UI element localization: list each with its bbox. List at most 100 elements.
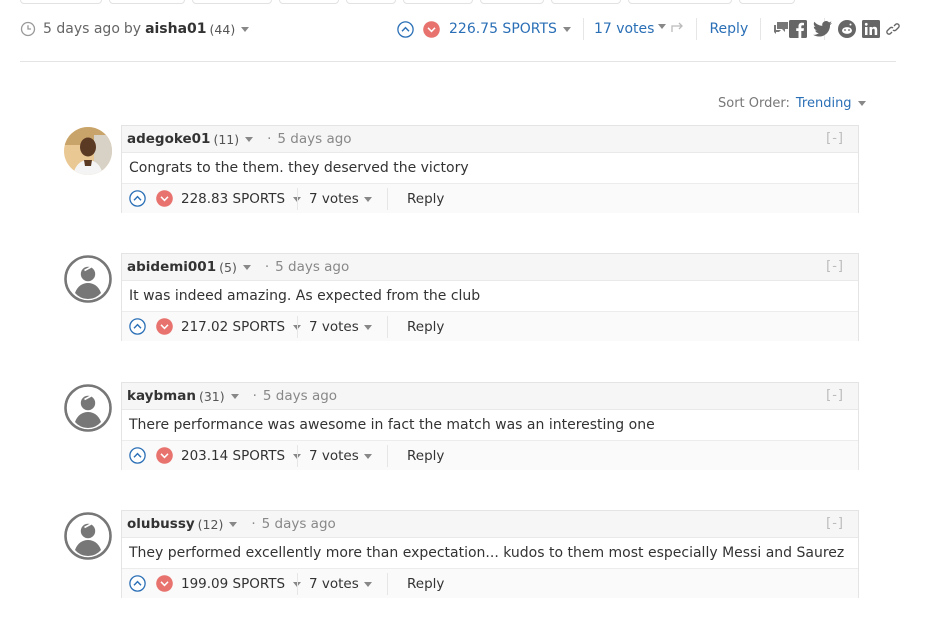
comment-date[interactable]: 5 days ago	[275, 259, 349, 275]
default-user-icon[interactable]	[64, 512, 112, 560]
comment-votes[interactable]: 7 votes	[309, 319, 372, 335]
votes-chevron-icon[interactable]	[363, 324, 372, 330]
downvote-icon[interactable]	[156, 575, 173, 596]
downvote-icon[interactable]	[156, 447, 173, 468]
comment-footer: 199.09 SPORTS 7 votes Reply	[122, 568, 858, 598]
comment: adegoke01 (11) · 5 days ago [-] Congrats…	[64, 125, 859, 215]
comment-body: Congrats to the them. they deserved the …	[129, 160, 469, 176]
comment-box: abidemi001 (5) · 5 days ago [-] It was i…	[121, 253, 859, 341]
sort-chevron-icon[interactable]	[857, 101, 866, 106]
upvote-icon[interactable]	[129, 318, 146, 339]
author-menu-chevron-icon[interactable]	[245, 136, 254, 142]
tag-button[interactable]	[739, 0, 795, 4]
comment-payout[interactable]: 203.14 SPORTS	[181, 448, 302, 464]
comment-votes[interactable]: 7 votes	[309, 191, 372, 207]
votes-chevron-icon[interactable]	[363, 196, 372, 202]
tag-button[interactable]	[551, 0, 621, 4]
tag-button[interactable]	[480, 0, 544, 4]
tag-button[interactable]	[20, 0, 102, 4]
divider	[387, 573, 388, 595]
votes-chevron-icon[interactable]	[363, 453, 372, 459]
comment-box: olubussy (12) · 5 days ago [-] They perf…	[121, 510, 859, 598]
post-reply-link[interactable]: Reply	[709, 21, 748, 37]
reddit-icon[interactable]	[838, 20, 862, 38]
divider	[760, 18, 762, 40]
tag-button[interactable]	[628, 0, 732, 4]
author-menu-chevron-icon[interactable]	[242, 264, 251, 270]
votes-chevron-icon[interactable]	[658, 23, 667, 29]
comment-author[interactable]: olubussy	[127, 516, 195, 532]
avatar[interactable]	[64, 127, 112, 175]
comment-author[interactable]: abidemi001	[127, 259, 216, 275]
payout-value: 217.02 SPORTS	[181, 319, 286, 335]
tag-button[interactable]	[279, 0, 339, 4]
upvote-icon[interactable]	[129, 575, 146, 596]
comment-payout[interactable]: 199.09 SPORTS	[181, 576, 302, 592]
comment-date[interactable]: 5 days ago	[262, 516, 336, 532]
comment-box: adegoke01 (11) · 5 days ago [-] Congrats…	[121, 125, 859, 213]
author-menu-chevron-icon[interactable]	[241, 26, 250, 32]
upvote-icon[interactable]	[129, 447, 146, 468]
divider	[297, 188, 298, 210]
comment-author[interactable]: kaybman	[127, 388, 196, 404]
collapse-toggle[interactable]: [-]	[826, 388, 844, 403]
link-icon[interactable]	[886, 21, 906, 37]
twitter-icon[interactable]	[813, 21, 838, 37]
upvote-icon[interactable]	[397, 20, 414, 38]
comment-author[interactable]: adegoke01	[127, 131, 210, 147]
divider	[387, 316, 388, 338]
comment-votes[interactable]: 7 votes	[309, 576, 372, 592]
separator-dot: ·	[251, 516, 256, 532]
downvote-icon[interactable]	[423, 20, 440, 38]
upvote-icon[interactable]	[129, 190, 146, 211]
votes-value: 7 votes	[309, 191, 359, 207]
author-menu-chevron-icon[interactable]	[229, 521, 238, 527]
comment-date[interactable]: 5 days ago	[263, 388, 337, 404]
comment-body: They performed excellently more than exp…	[129, 545, 845, 561]
post-payout[interactable]: 226.75 SPORTS	[449, 21, 557, 37]
comment-box: kaybman (31) · 5 days ago [-] There perf…	[121, 382, 859, 470]
reply-link[interactable]: Reply	[407, 191, 444, 207]
comment-date[interactable]: 5 days ago	[277, 131, 351, 147]
post-votes[interactable]: 17 votes	[594, 21, 655, 37]
author-reputation: (11)	[213, 131, 240, 147]
comment-votes[interactable]: 7 votes	[309, 448, 372, 464]
sort-order-dropdown[interactable]: Trending	[796, 96, 852, 111]
tag-button[interactable]	[192, 0, 272, 4]
section-divider	[20, 61, 896, 62]
tag-button[interactable]	[346, 0, 396, 4]
votes-chevron-icon[interactable]	[363, 581, 372, 587]
payout-chevron-icon[interactable]	[562, 26, 571, 32]
votes-value: 7 votes	[309, 448, 359, 464]
reply-link[interactable]: Reply	[407, 576, 444, 592]
author-menu-chevron-icon[interactable]	[230, 393, 239, 399]
downvote-icon[interactable]	[156, 190, 173, 211]
divider	[297, 316, 298, 338]
divider	[582, 18, 584, 40]
downvote-icon[interactable]	[156, 318, 173, 339]
comment-payout[interactable]: 228.83 SPORTS	[181, 191, 302, 207]
reply-link[interactable]: Reply	[407, 448, 444, 464]
comment-header: kaybman (31) · 5 days ago [-]	[122, 383, 858, 410]
tag-button[interactable]	[109, 0, 185, 4]
post-date[interactable]: 5 days ago	[43, 21, 120, 37]
default-user-icon[interactable]	[64, 384, 112, 432]
reply-link[interactable]: Reply	[407, 319, 444, 335]
divider	[696, 18, 698, 40]
tag-button[interactable]	[403, 0, 473, 4]
default-user-icon[interactable]	[64, 255, 112, 303]
facebook-icon[interactable]	[789, 20, 813, 38]
collapse-toggle[interactable]: [-]	[826, 131, 844, 146]
collapse-toggle[interactable]: [-]	[826, 516, 844, 531]
comment-header: olubussy (12) · 5 days ago [-]	[122, 511, 858, 538]
comments-icon[interactable]	[773, 20, 790, 39]
post-author[interactable]: aisha01	[145, 21, 206, 37]
comment-payout[interactable]: 217.02 SPORTS	[181, 319, 302, 335]
separator-dot: ·	[252, 388, 257, 404]
post-author-reputation: (44)	[209, 21, 236, 37]
linkedin-icon[interactable]	[862, 20, 886, 38]
reblog-icon[interactable]	[670, 20, 686, 38]
collapse-toggle[interactable]: [-]	[826, 259, 844, 274]
sort-order-label: Sort Order:	[718, 96, 790, 111]
divider	[387, 445, 388, 467]
